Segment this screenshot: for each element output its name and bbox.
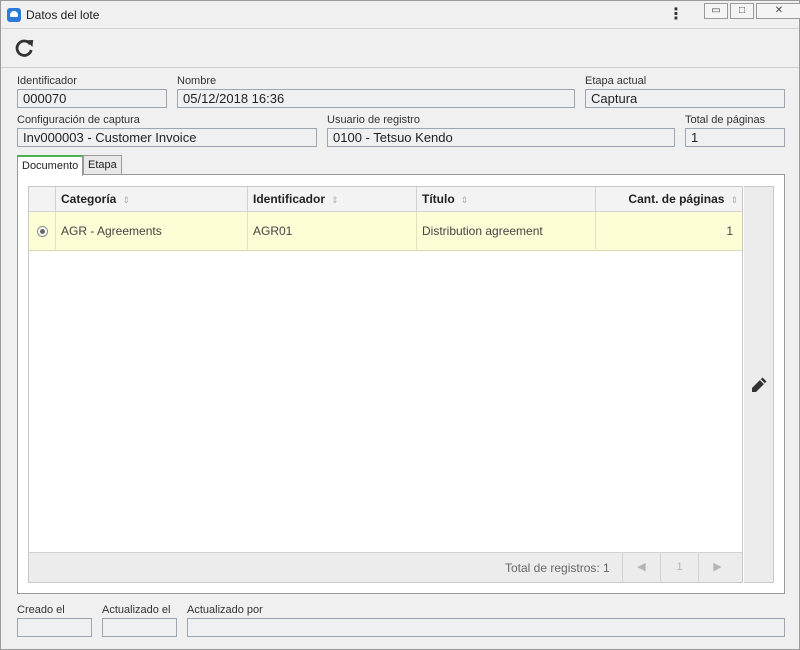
sort-icon: ⇕ [460,195,469,205]
header-cant-paginas-label: Cant. de páginas [628,192,725,206]
minimize-button[interactable]: ▭ [704,3,728,19]
creado-el-label: Creado el [17,604,65,616]
header-select-column [29,187,55,212]
edit-button[interactable] [747,373,771,397]
tab-documento[interactable]: Documento [17,155,84,176]
total-paginas-field[interactable]: 1 [685,128,785,147]
title-bar: Datos del lote ⋮ ▭ □ ✕ [1,1,800,29]
refresh-button[interactable] [11,35,37,61]
header-identificador[interactable]: Identificador ⇕ [247,187,416,212]
restore-button[interactable]: □ [730,3,754,19]
nombre-label: Nombre [177,75,217,87]
kebab-menu-icon[interactable]: ⋮ [668,6,684,24]
sort-icon: ⇕ [122,195,130,205]
etapa-actual-field[interactable]: Captura [585,89,785,108]
pager: ◀ 1 ▶ [622,553,736,583]
header-titulo-label: Título [422,192,455,206]
cell-identificador: AGR01 [247,212,416,251]
row-radio-button[interactable] [37,226,48,237]
total-paginas-label: Total de páginas [685,114,766,126]
nombre-field[interactable]: 05/12/2018 16:36 [177,89,575,108]
next-page-button[interactable]: ▶ [698,553,736,583]
actualizado-el-field[interactable] [102,618,177,637]
window-title: Datos del lote [26,8,100,22]
table-row[interactable]: AGR - Agreements AGR01 Distribution agre… [29,212,742,251]
etapa-actual-label: Etapa actual [585,75,647,87]
identificador-field[interactable]: 000070 [17,89,167,108]
configuracion-field[interactable]: Inv000003 - Customer Invoice [17,128,317,147]
cell-titulo: Distribution agreement [416,212,595,251]
previous-page-button[interactable]: ◀ [622,553,660,583]
page-number[interactable]: 1 [660,553,698,583]
identificador-label: Identificador [17,75,77,87]
actualizado-por-label: Actualizado por [187,604,263,616]
batch-data-window: Datos del lote ⋮ ▭ □ ✕ Identificador 000… [0,0,800,650]
grid-header: Categoría ⇕ Identificador ⇕ Título ⇕ Cant. … [29,187,742,212]
grid-footer: Total de registros: 1 ◀ 1 ▶ [29,552,742,583]
grid-side-toolbar [744,186,774,583]
tab-etapa[interactable]: Etapa [83,155,122,175]
toolbar [1,30,799,68]
documents-grid: Categoría ⇕ Identificador ⇕ Título ⇕ Cant. … [28,186,743,583]
total-records-text: Total de registros: 1 [505,561,610,575]
pencil-icon [752,377,767,392]
actualizado-el-label: Actualizado el [102,604,171,616]
header-categoria[interactable]: Categoría ⇕ [55,187,247,212]
creado-el-field[interactable] [17,618,92,637]
documento-tab-panel: Categoría ⇕ Identificador ⇕ Título ⇕ Cant. … [17,174,785,594]
close-button[interactable]: ✕ [756,3,800,19]
configuracion-label: Configuración de captura [17,114,140,126]
header-identificador-label: Identificador [253,192,326,206]
cell-categoria: AGR - Agreements [55,212,247,251]
cell-cant-paginas: 1 [595,212,742,251]
refresh-icon [15,39,34,57]
sort-icon: ⇕ [331,195,339,205]
actualizado-por-field[interactable] [187,618,785,637]
header-titulo[interactable]: Título ⇕ [416,187,595,212]
window-controls: ▭ □ ✕ [704,3,800,19]
app-icon [7,8,21,22]
sort-icon: ⇕ [730,195,738,205]
header-cant-paginas[interactable]: Cant. de páginas ⇕ [595,187,742,212]
header-categoria-label: Categoría [61,192,117,206]
usuario-field[interactable]: 0100 - Tetsuo Kendo [327,128,675,147]
usuario-label: Usuario de registro [327,114,420,126]
